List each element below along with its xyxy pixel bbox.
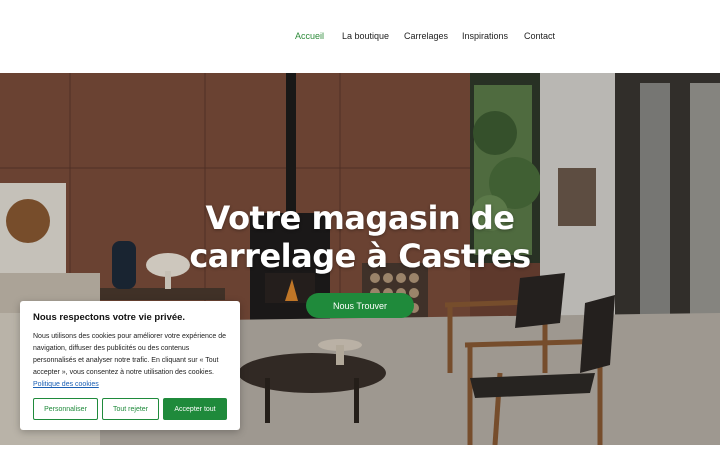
nav-item-accueil[interactable]: Accueil	[295, 31, 324, 41]
reject-all-button[interactable]: Tout rejeter	[102, 398, 159, 420]
nav-item-carrelages[interactable]: Carrelages	[404, 31, 448, 41]
nav-item-inspirations[interactable]: Inspirations	[462, 31, 508, 41]
nav-item-contact[interactable]: Contact	[524, 31, 555, 41]
cookie-consent-banner: Nous respectons votre vie privée. Nous u…	[20, 301, 240, 430]
cookie-policy-link[interactable]: Politique des cookies	[33, 381, 99, 388]
find-us-button[interactable]: Nous Trouver	[306, 293, 414, 318]
accept-all-button[interactable]: Accepter tout	[163, 398, 227, 420]
cookie-title: Nous respectons votre vie privée.	[33, 312, 186, 323]
customize-button[interactable]: Personnaliser	[33, 398, 98, 420]
cookie-text: Nous utilisons des cookies pour améliore…	[33, 331, 227, 391]
cookie-description: Nous utilisons des cookies pour améliore…	[33, 333, 226, 376]
site-header: Accueil La boutique Carrelages Inspirati…	[0, 0, 720, 73]
nav-item-la-boutique[interactable]: La boutique	[342, 31, 389, 41]
main-nav: Accueil La boutique Carrelages Inspirati…	[0, 31, 720, 45]
hero-title: Votre magasin de carrelage à Castres	[189, 199, 531, 275]
cookie-button-group: Personnaliser Tout rejeter Accepter tout	[33, 398, 227, 420]
